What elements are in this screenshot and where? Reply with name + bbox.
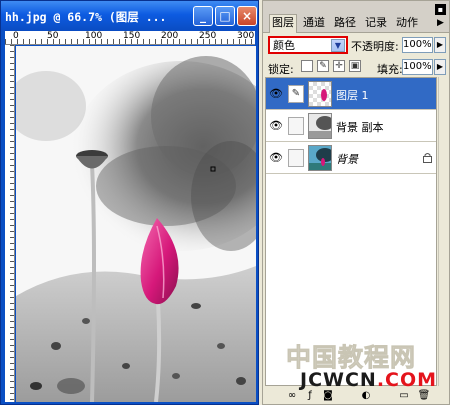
layer-name: 背景: [336, 153, 358, 166]
ruler-label: 50: [47, 31, 59, 41]
lock-image-icon[interactable]: ✎: [317, 60, 329, 72]
layer-name: 背景 副本: [336, 121, 384, 134]
ruler-label: 0: [13, 31, 19, 41]
add-mask-icon[interactable]: ◙: [321, 389, 335, 403]
photoshop-workspace: hh.jpg @ 66.7% (图层 ... _ □ × 0 50 100 15…: [0, 0, 450, 405]
trash-icon[interactable]: 🗑: [417, 389, 431, 403]
layer-row[interactable]: 👁 背景: [266, 142, 436, 174]
document-window: hh.jpg @ 66.7% (图层 ... _ □ × 0 50 100 15…: [0, 0, 259, 405]
tab-channels[interactable]: 通道: [301, 15, 327, 31]
layer-thumbnail: [308, 81, 332, 107]
adjustment-layer-icon[interactable]: ◐: [359, 389, 373, 403]
ruler-label: 200: [161, 31, 179, 41]
fill-arrow-icon[interactable]: ▶: [434, 59, 446, 75]
image-canvas[interactable]: [16, 46, 256, 402]
ruler-label: 100: [85, 31, 103, 41]
lotus-image: [16, 46, 256, 402]
ruler-ticks: [10, 45, 14, 402]
lock-all-icon[interactable]: ▣: [349, 60, 361, 72]
ruler-label: 250: [199, 31, 217, 41]
layer-thumbnail-art: [321, 89, 327, 101]
horizontal-ruler[interactable]: 0 50 100 150 200 250 300: [5, 31, 255, 45]
minimize-button[interactable]: _: [193, 6, 213, 26]
tab-actions[interactable]: 动作: [394, 15, 420, 31]
layer-thumbnail-art: [309, 146, 331, 170]
brush-icon[interactable]: ✎: [288, 85, 304, 103]
fill-input[interactable]: 100%: [402, 59, 433, 75]
chevron-down-icon[interactable]: ▼: [331, 39, 345, 52]
eye-icon[interactable]: 👁: [269, 119, 283, 133]
tab-history[interactable]: 记录: [363, 15, 389, 31]
link-box[interactable]: [288, 117, 304, 135]
document-title-bar[interactable]: hh.jpg @ 66.7% (图层 ... _ □ ×: [1, 1, 258, 31]
layer-style-icon[interactable]: ƒ: [303, 389, 317, 403]
panel-close-icon[interactable]: ▪: [435, 4, 446, 15]
layers-panel: 图层 通道 路径 记录 动作 ▪ ▶ 颜色 ▼ 不透明度: 100% ▶ 锁定:…: [262, 0, 450, 405]
layer-row[interactable]: 👁 ✎ 图层 1: [266, 78, 436, 110]
document-title: hh.jpg @ 66.7% (图层 ...: [5, 10, 167, 24]
blend-mode-select[interactable]: 颜色 ▼: [268, 36, 348, 54]
layer-name: 图层 1: [336, 89, 369, 102]
close-button[interactable]: ×: [237, 6, 257, 26]
maximize-button[interactable]: □: [215, 6, 235, 26]
lock-icon: [423, 153, 432, 163]
new-layer-icon[interactable]: ▭: [397, 389, 411, 403]
lock-transparency-icon[interactable]: [301, 60, 313, 72]
vertical-ruler[interactable]: [5, 45, 15, 402]
layers-list: 👁 ✎ 图层 1 👁 背景 副本 👁 背景: [265, 77, 437, 386]
layers-scrollbar[interactable]: [438, 77, 449, 386]
eye-icon[interactable]: 👁: [269, 87, 283, 101]
tab-layers[interactable]: 图层: [269, 14, 297, 33]
opacity-input[interactable]: 100%: [402, 37, 433, 53]
opacity-arrow-icon[interactable]: ▶: [434, 37, 446, 53]
layer-thumbnail: [308, 113, 332, 139]
panel-menu-icon[interactable]: ▶: [435, 17, 446, 29]
fill-label: 填充:: [377, 63, 403, 76]
tab-paths[interactable]: 路径: [332, 15, 358, 31]
opacity-label: 不透明度:: [351, 40, 399, 53]
layer-thumbnail: [308, 145, 332, 171]
link-layers-icon[interactable]: ∞: [285, 389, 299, 403]
layer-thumbnail-art: [309, 114, 331, 138]
link-box[interactable]: [288, 149, 304, 167]
layer-row[interactable]: 👁 背景 副本: [266, 110, 436, 142]
ruler-label: 300: [237, 31, 255, 41]
lock-label: 锁定:: [268, 63, 294, 76]
eye-icon[interactable]: 👁: [269, 151, 283, 165]
layers-bottom-toolbar: ∞ ƒ ◙ ◐ ▭ 🗑: [263, 388, 449, 404]
blend-mode-value: 颜色: [273, 39, 295, 52]
ruler-label: 150: [123, 31, 141, 41]
lock-position-icon[interactable]: ✛: [333, 60, 345, 72]
panel-tab-bar: 图层 通道 路径 记录 动作 ▪ ▶: [263, 1, 449, 33]
